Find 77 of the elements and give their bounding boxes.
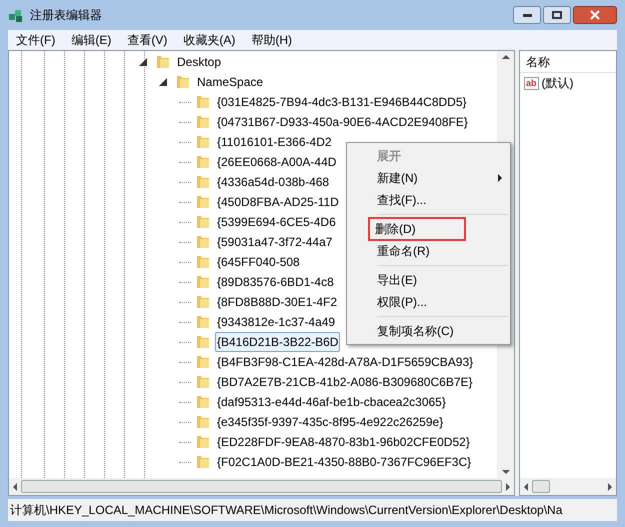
tree-item[interactable]: {e345f35f-9397-435c-8f95-4e922c26259e}	[215, 412, 446, 432]
folder-icon	[195, 114, 211, 130]
horizontal-scrollbar[interactable]	[9, 478, 514, 495]
scroll-thumb[interactable]	[532, 480, 550, 493]
menu-entry[interactable]: 导出(E)	[347, 269, 510, 291]
tree-item[interactable]: {BD7A2E7B-21CB-41b2-A086-B309680C6B7E}	[215, 372, 475, 392]
tree-item[interactable]: NameSpace	[195, 72, 266, 92]
minimize-button[interactable]	[513, 6, 541, 24]
folder-icon	[195, 334, 211, 350]
tree-item[interactable]: {645FF040-508	[215, 252, 302, 272]
scroll-thumb[interactable]	[21, 480, 502, 493]
folder-icon	[195, 354, 211, 370]
folder-icon	[195, 234, 211, 250]
menu-item[interactable]: 编辑(E)	[69, 31, 114, 49]
scroll-right-icon[interactable]	[506, 482, 510, 490]
tree-item[interactable]: Desktop	[175, 52, 224, 72]
minimize-icon	[522, 14, 532, 16]
menu-entry[interactable]: 删除(D)	[369, 218, 465, 240]
tree-item[interactable]: {59031a47-3f72-44a7	[215, 232, 334, 252]
scroll-left-icon[interactable]	[524, 482, 528, 490]
folder-icon	[195, 314, 211, 330]
menu-entry[interactable]: 新建(N)	[347, 167, 510, 189]
tree-item[interactable]: {11016101-E366-4D2	[215, 132, 334, 152]
scroll-up-icon[interactable]	[502, 55, 510, 59]
tree-item[interactable]: {89D83576-6BD1-4c8	[215, 272, 336, 292]
folder-icon	[195, 134, 211, 150]
tree-item[interactable]: {F02C1A0D-BE21-4350-88B0-7367FC96EF3C}	[215, 452, 474, 472]
menu-item[interactable]: 文件(F)	[14, 31, 58, 49]
tree-item[interactable]: {450D8FBA-AD25-11D	[215, 192, 341, 212]
folder-icon	[195, 194, 211, 210]
folder-icon	[195, 294, 211, 310]
folder-icon	[155, 54, 171, 70]
tree-item[interactable]: {B416D21B-3B22-B6D	[215, 332, 340, 352]
folder-icon	[195, 274, 211, 290]
registry-cubes-icon	[8, 7, 24, 23]
folder-icon	[175, 74, 191, 90]
folder-icon	[195, 254, 211, 270]
folder-icon	[195, 374, 211, 390]
tree-item[interactable]: {04731B67-D933-450a-90E6-4ACD2E9408FE}	[215, 112, 470, 132]
window-title: 注册表编辑器	[30, 7, 102, 24]
maximize-icon	[552, 11, 562, 19]
folder-icon	[195, 414, 211, 430]
tree-item[interactable]: {8FD8B88D-30E1-4F2	[215, 292, 340, 312]
maximize-button[interactable]	[543, 6, 571, 24]
column-header[interactable]: 名称	[520, 51, 616, 73]
tree-item[interactable]: {B4FB3F98-C1EA-428d-A78A-D1F5659CBA93}	[215, 352, 476, 372]
tree-item[interactable]: {daf95313-e44d-46af-be1b-cbacea2c3065}	[215, 392, 448, 412]
tree-item[interactable]: {ED228FDF-9EA8-4870-83b1-96b02CFE0D52}	[215, 432, 472, 452]
menu-entry[interactable]: 权限(P)...	[347, 291, 510, 313]
menu-entry[interactable]: 查找(F)...	[347, 189, 510, 211]
tree-item[interactable]: {4336a54d-038b-468	[215, 172, 332, 192]
status-bar: 计算机\HKEY_LOCAL_MACHINE\SOFTWARE\Microsoft\Windows\CurrentVersion\Explorer\Desktop\Na	[8, 499, 617, 521]
tree-item[interactable]: {26EE0668-A00A-44D	[215, 152, 338, 172]
value-name[interactable]: (默认)	[542, 74, 574, 92]
string-value-icon: ab	[524, 76, 539, 90]
close-button[interactable]	[573, 6, 617, 24]
menu-entry[interactable]: 复制项名称(C)	[347, 320, 510, 342]
tree-item[interactable]: {9343812e-1c37-4a49	[215, 312, 338, 332]
folder-icon	[195, 94, 211, 110]
menu-item[interactable]: 查看(V)	[125, 31, 170, 49]
scroll-right-icon[interactable]	[608, 482, 612, 490]
submenu-arrow-icon	[498, 174, 502, 182]
menu-item[interactable]: 帮助(H)	[249, 31, 294, 49]
folder-icon	[195, 434, 211, 450]
folder-icon	[195, 214, 211, 230]
folder-icon	[195, 174, 211, 190]
folder-icon	[195, 394, 211, 410]
folder-icon	[195, 454, 211, 470]
menu-item[interactable]: 收藏夹(A)	[181, 31, 238, 49]
scroll-left-icon[interactable]	[13, 482, 17, 490]
menu-entry[interactable]: 重命名(R)	[347, 240, 510, 262]
tree-item[interactable]: {5399E694-6CE5-4D6	[215, 212, 338, 232]
horizontal-scrollbar[interactable]	[520, 478, 616, 495]
close-icon	[590, 10, 600, 20]
tree-item[interactable]: {031E4825-7B94-4dc3-B131-E946B44C8DD5}	[215, 92, 469, 112]
scroll-down-icon[interactable]	[502, 470, 510, 474]
folder-icon	[195, 154, 211, 170]
